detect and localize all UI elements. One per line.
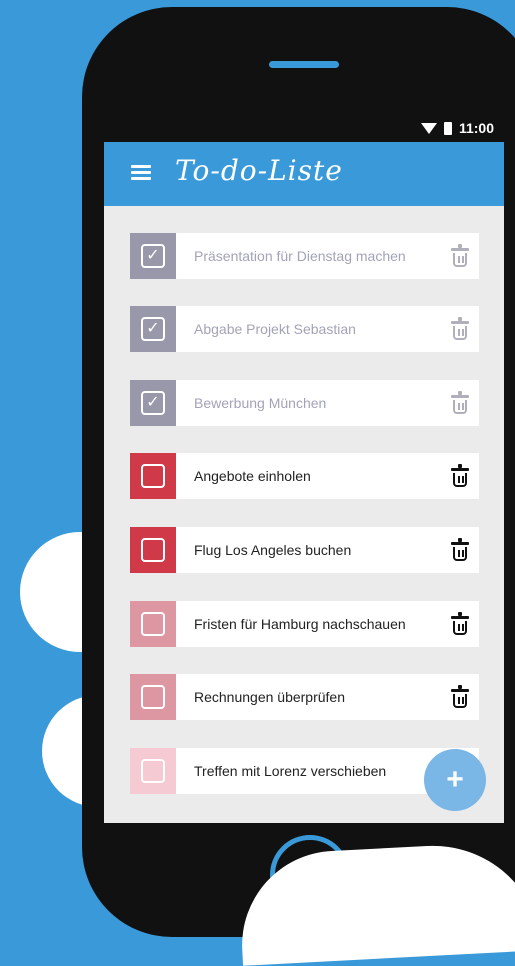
task-label: Rechnungen überprüfen bbox=[194, 689, 346, 705]
app-bar: To-do-Liste bbox=[104, 142, 504, 206]
checkbox-icon bbox=[141, 464, 165, 488]
task-checkbox[interactable] bbox=[130, 453, 176, 499]
task-checkbox[interactable] bbox=[130, 601, 176, 647]
checkbox-icon bbox=[141, 685, 165, 709]
phone-speaker bbox=[269, 61, 339, 68]
task-card[interactable]: Angebote einholen bbox=[176, 453, 479, 499]
app-title: To-do-Liste bbox=[175, 154, 343, 187]
check-icon: ✓ bbox=[141, 244, 165, 268]
checkbox-icon bbox=[141, 538, 165, 562]
task-label: Präsentation für Dienstag machen bbox=[194, 248, 406, 264]
task-card[interactable]: Abgabe Projekt Sebastian bbox=[176, 306, 479, 352]
task-checkbox[interactable] bbox=[130, 748, 176, 794]
check-icon: ✓ bbox=[141, 391, 165, 415]
task-checkbox[interactable]: ✓ bbox=[130, 233, 176, 279]
check-icon: ✓ bbox=[141, 317, 165, 341]
task-checkbox[interactable] bbox=[130, 527, 176, 573]
trash-icon[interactable] bbox=[449, 315, 471, 343]
task-checkbox[interactable]: ✓ bbox=[130, 380, 176, 426]
task-card[interactable]: Präsentation für Dienstag machen bbox=[176, 233, 479, 279]
status-bar: 11:00 bbox=[104, 114, 504, 142]
task-item: Angebote einholen bbox=[130, 453, 479, 499]
menu-icon[interactable] bbox=[131, 165, 151, 181]
task-item: ✓ Abgabe Projekt Sebastian bbox=[130, 306, 479, 352]
task-item: ✓ Bewerbung München bbox=[130, 380, 479, 426]
trash-icon[interactable] bbox=[449, 536, 471, 564]
task-item: Fristen für Hamburg nachschauen bbox=[130, 601, 479, 647]
task-card[interactable]: Bewerbung München bbox=[176, 380, 479, 426]
task-label: Flug Los Angeles buchen bbox=[194, 542, 352, 558]
trash-icon[interactable] bbox=[449, 242, 471, 270]
task-label: Abgabe Projekt Sebastian bbox=[194, 321, 356, 337]
task-label: Fristen für Hamburg nachschauen bbox=[194, 616, 406, 632]
status-time: 11:00 bbox=[458, 120, 494, 136]
battery-icon bbox=[443, 121, 452, 135]
task-label: Angebote einholen bbox=[194, 468, 311, 484]
task-checkbox[interactable] bbox=[130, 674, 176, 720]
task-item: ✓ Präsentation für Dienstag machen bbox=[130, 233, 479, 279]
add-task-button[interactable]: + bbox=[424, 749, 486, 811]
trash-icon[interactable] bbox=[449, 462, 471, 490]
task-label: Bewerbung München bbox=[194, 395, 327, 411]
task-label: Treffen mit Lorenz verschieben bbox=[194, 763, 387, 779]
trash-icon[interactable] bbox=[449, 389, 471, 417]
task-card[interactable]: Rechnungen überprüfen bbox=[176, 674, 479, 720]
wifi-icon bbox=[420, 122, 437, 134]
task-list: ✓ Präsentation für Dienstag machen ✓ Abg… bbox=[104, 206, 504, 823]
trash-icon[interactable] bbox=[449, 683, 471, 711]
task-item: Flug Los Angeles buchen bbox=[130, 527, 479, 573]
trash-icon[interactable] bbox=[449, 610, 471, 638]
checkbox-icon bbox=[141, 612, 165, 636]
task-checkbox[interactable]: ✓ bbox=[130, 306, 176, 352]
task-card[interactable]: Flug Los Angeles buchen bbox=[176, 527, 479, 573]
checkbox-icon bbox=[141, 759, 165, 783]
task-item: Rechnungen überprüfen bbox=[130, 674, 479, 720]
task-card[interactable]: Fristen für Hamburg nachschauen bbox=[176, 601, 479, 647]
